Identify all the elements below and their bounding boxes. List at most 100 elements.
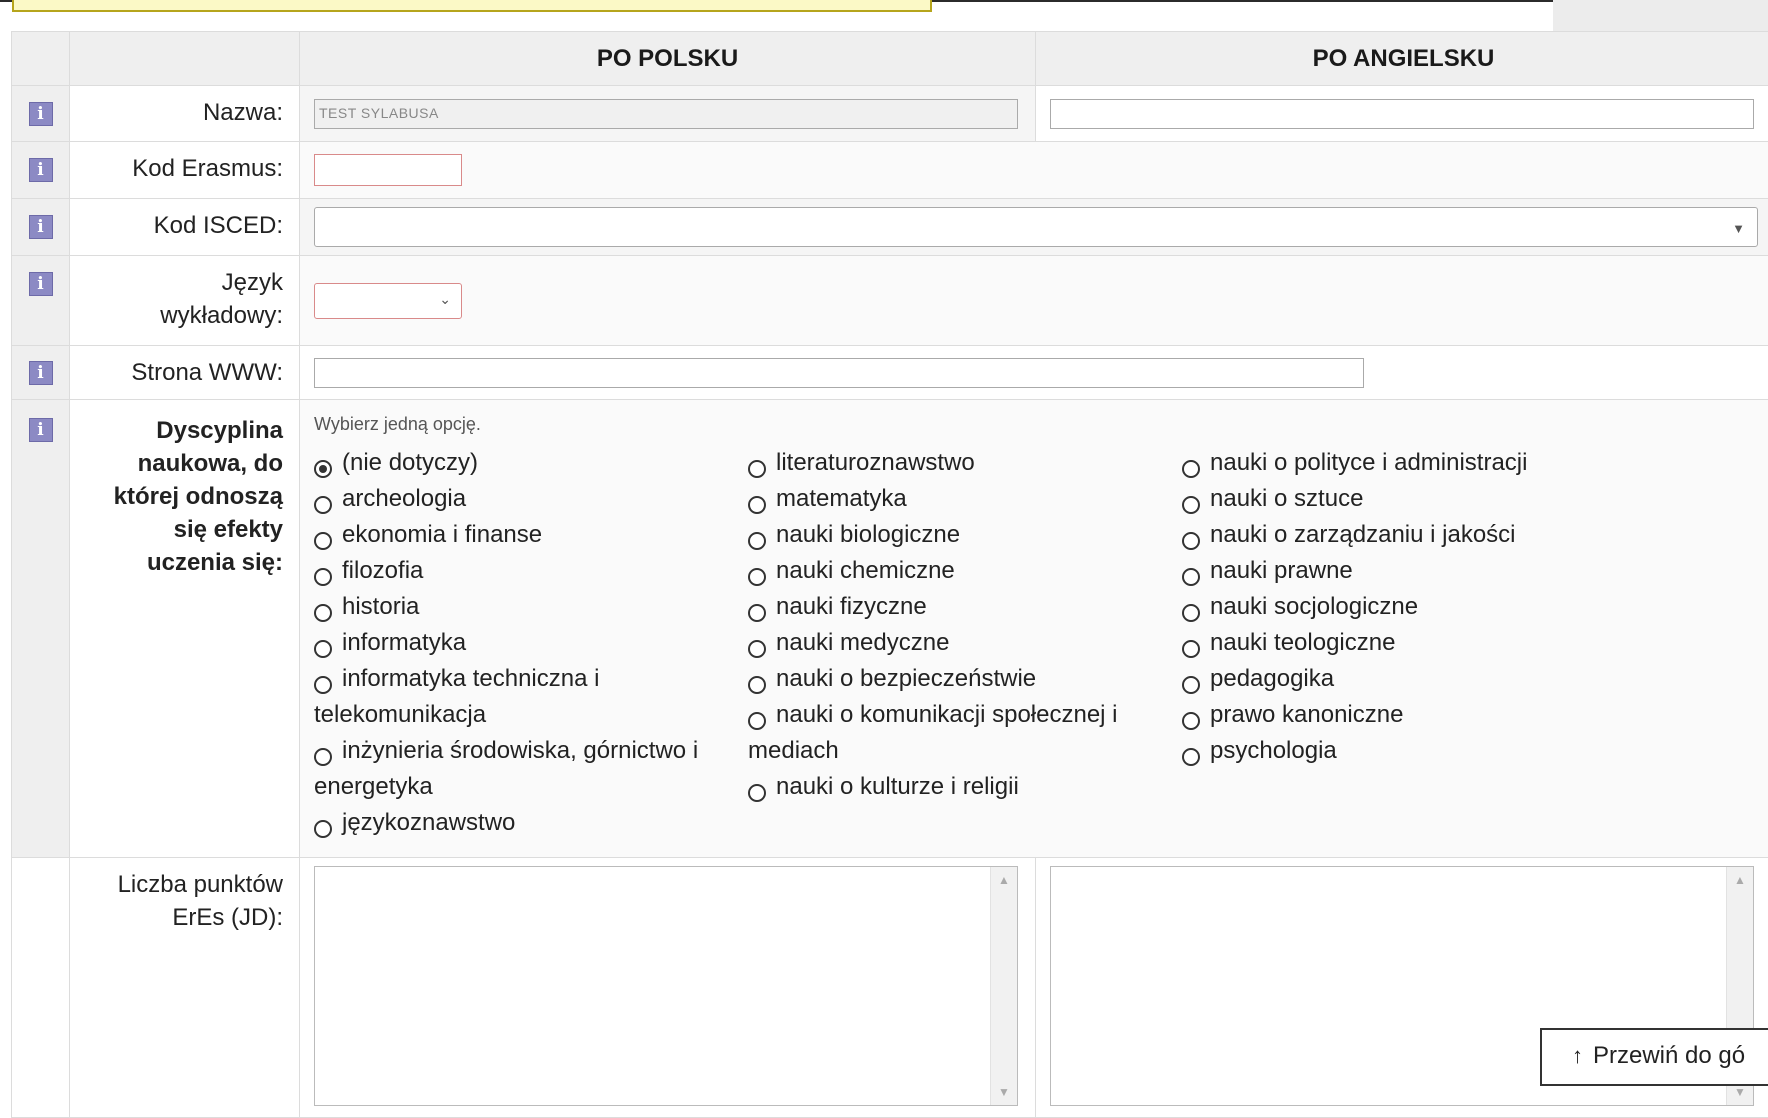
radio-label: nauki o komunikacji społecznej i mediach: [748, 701, 1118, 764]
discipline-radio-option[interactable]: nauki biologiczne: [748, 517, 1182, 553]
row-jezyk: i Język wykładowy: ⌄: [12, 256, 1768, 346]
scroll-up-icon[interactable]: ▲: [998, 873, 1010, 887]
discipline-radio-option[interactable]: nauki o komunikacji społecznej i mediach: [748, 697, 1182, 769]
radio-button[interactable]: [314, 604, 332, 622]
radio-button[interactable]: [314, 640, 332, 658]
discipline-radio-option[interactable]: psychologia: [1182, 733, 1616, 769]
radio-button[interactable]: [314, 496, 332, 514]
radio-button[interactable]: [748, 496, 766, 514]
info-icon[interactable]: i: [29, 361, 53, 385]
syllabus-form-table: PO POLSKU PO ANGIELSKU i Nazwa: TEST SYL…: [11, 31, 1768, 1118]
label-erasmus: Kod Erasmus:: [70, 142, 283, 185]
discipline-radio-option[interactable]: nauki o polityce i administracji: [1182, 445, 1616, 481]
scroll-to-top-label: Przewiń do gó: [1593, 1042, 1745, 1069]
radio-column-2: literaturoznawstwo matematyka nauki biolog…: [748, 445, 1182, 841]
name-english-input[interactable]: [1050, 99, 1754, 129]
radio-button[interactable]: [314, 460, 332, 478]
discipline-radio-option[interactable]: archeologia: [314, 481, 748, 517]
discipline-radio-option[interactable]: filozofia: [314, 553, 748, 589]
discipline-radio-option[interactable]: inżynieria środowiska, górnictwo i energ…: [314, 733, 748, 805]
language-select[interactable]: ⌄: [314, 283, 462, 319]
discipline-radio-option[interactable]: matematyka: [748, 481, 1182, 517]
radio-button[interactable]: [748, 604, 766, 622]
info-icon[interactable]: i: [29, 272, 53, 296]
radio-label: nauki prawne: [1210, 557, 1353, 584]
discipline-radio-option[interactable]: nauki o kulturze i religii: [748, 769, 1182, 805]
scroll-up-icon[interactable]: ▲: [1734, 873, 1746, 887]
radio-button[interactable]: [1182, 532, 1200, 550]
radio-label: (nie dotyczy): [342, 449, 478, 476]
discipline-radio-option[interactable]: historia: [314, 589, 748, 625]
info-icon[interactable]: i: [29, 158, 53, 182]
discipline-radio-option[interactable]: nauki o sztuce: [1182, 481, 1616, 517]
radio-button[interactable]: [1182, 496, 1200, 514]
discipline-radio-option[interactable]: prawo kanoniczne: [1182, 697, 1616, 733]
radio-button[interactable]: [314, 568, 332, 586]
discipline-radio-option[interactable]: nauki o zarządzaniu i jakości: [1182, 517, 1616, 553]
radio-button[interactable]: [748, 640, 766, 658]
label-dyscyplina-line5: uczenia się:: [147, 549, 283, 576]
radio-button[interactable]: [1182, 712, 1200, 730]
radio-button[interactable]: [1182, 640, 1200, 658]
scroll-down-icon[interactable]: ▼: [1734, 1085, 1746, 1099]
name-polish-input[interactable]: TEST SYLABUSA: [314, 99, 1018, 129]
notice-box: [12, 0, 932, 12]
radio-button[interactable]: [748, 676, 766, 694]
discipline-radio-option[interactable]: nauki socjologiczne: [1182, 589, 1616, 625]
discipline-radio-option[interactable]: nauki chemiczne: [748, 553, 1182, 589]
info-icon[interactable]: i: [29, 418, 53, 442]
label-dyscyplina-line4: się efekty: [174, 516, 283, 543]
radio-label: archeologia: [342, 485, 466, 512]
radio-label: nauki socjologiczne: [1210, 593, 1418, 620]
discipline-radio-option[interactable]: literaturoznawstwo: [748, 445, 1182, 481]
textarea-scrollbar[interactable]: ▲ ▼: [990, 867, 1017, 1105]
radio-label: psychologia: [1210, 737, 1337, 764]
radio-button[interactable]: [748, 568, 766, 586]
radio-button[interactable]: [748, 784, 766, 802]
discipline-radio-option[interactable]: nauki fizyczne: [748, 589, 1182, 625]
radio-column-3: nauki o polityce i administracjinauki o …: [1182, 445, 1616, 841]
radio-button[interactable]: [748, 532, 766, 550]
radio-button[interactable]: [748, 712, 766, 730]
discipline-radio-option[interactable]: informatyka techniczna i telekomunikacja: [314, 661, 748, 733]
discipline-radio-option[interactable]: informatyka: [314, 625, 748, 661]
radio-button[interactable]: [1182, 568, 1200, 586]
radio-label: nauki o kulturze i religii: [776, 773, 1019, 800]
radio-button[interactable]: [1182, 460, 1200, 478]
radio-button[interactable]: [748, 460, 766, 478]
discipline-radio-option[interactable]: pedagogika: [1182, 661, 1616, 697]
column-header-english: PO ANGIELSKU: [1036, 32, 1768, 86]
label-dyscyplina: Dyscyplina naukowa, do której odnoszą si…: [70, 400, 283, 579]
discipline-radio-option[interactable]: (nie dotyczy): [314, 445, 748, 481]
radio-button[interactable]: [314, 748, 332, 766]
radio-button[interactable]: [314, 820, 332, 838]
discipline-radio-option[interactable]: nauki teologiczne: [1182, 625, 1616, 661]
discipline-radio-option[interactable]: ekonomia i finanse: [314, 517, 748, 553]
discipline-radio-option[interactable]: nauki medyczne: [748, 625, 1182, 661]
row-www: i Strona WWW:: [12, 346, 1768, 400]
label-jezyk: Język wykładowy:: [70, 256, 283, 332]
scroll-to-top-button[interactable]: ↑Przewiń do gó: [1540, 1028, 1768, 1086]
radio-button[interactable]: [1182, 604, 1200, 622]
label-ects: Liczba punktów ErEs (JD):: [70, 858, 283, 934]
discipline-radio-option[interactable]: nauki o bezpieczeństwie: [748, 661, 1182, 697]
radio-label: matematyka: [776, 485, 907, 512]
select-one-hint: Wybierz jedną opcję.: [314, 414, 1768, 435]
radio-button[interactable]: [314, 532, 332, 550]
label-www: Strona WWW:: [70, 346, 283, 389]
discipline-radio-option[interactable]: językoznawstwo: [314, 805, 748, 841]
radio-label: pedagogika: [1210, 665, 1334, 692]
radio-button[interactable]: [1182, 748, 1200, 766]
info-icon[interactable]: i: [29, 102, 53, 126]
radio-button[interactable]: [314, 676, 332, 694]
radio-label: historia: [342, 593, 419, 620]
info-icon[interactable]: i: [29, 215, 53, 239]
scroll-down-icon[interactable]: ▼: [998, 1085, 1010, 1099]
radio-button[interactable]: [1182, 676, 1200, 694]
ects-polish-textarea[interactable]: ▲ ▼: [314, 866, 1018, 1106]
erasmus-code-input[interactable]: [314, 154, 462, 186]
isced-code-select[interactable]: ▼: [314, 207, 1758, 247]
row-erasmus: i Kod Erasmus:: [12, 142, 1768, 199]
discipline-radio-option[interactable]: nauki prawne: [1182, 553, 1616, 589]
website-input[interactable]: [314, 358, 1364, 388]
